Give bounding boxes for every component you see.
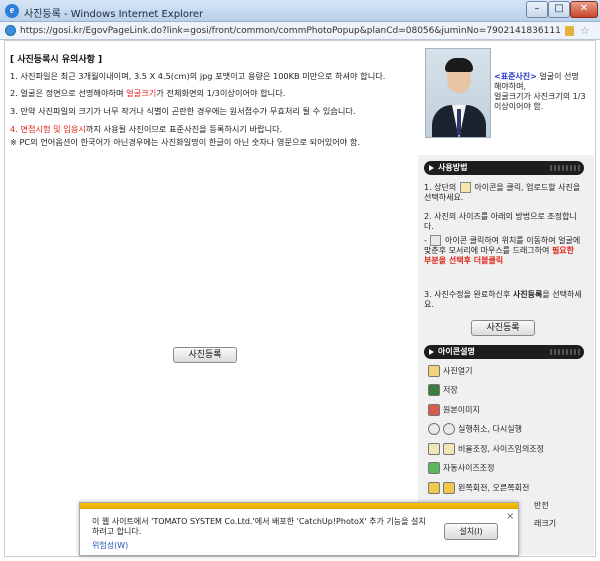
folder-open-icon: [428, 365, 440, 377]
ratio-resize-icon: [428, 443, 440, 455]
notice-line-4-rest: 까지 사용될 사진이므로 표준사진을 등록하시기 바랍니다.: [85, 124, 283, 134]
icon-help-label: 비율조정, 사이즈임의조정: [458, 444, 545, 454]
icon-help-label: 사진열기: [443, 366, 473, 376]
usage-step-3-text: 3. 사진수정을 완료하신후: [424, 290, 513, 299]
usage-step-2a: - 아이콘 클릭하여 위치를 이동하여 얼굴에 맞춘후 모서리에 마우스를 드래…: [424, 235, 584, 266]
icon-help-row-resize: 비율조정, 사이즈임의조정: [428, 443, 544, 456]
icon-help-label: 실행취소, 다시실행: [458, 424, 522, 434]
usage-step-2: 2. 사진의 사이즈를 아래의 방법으로 조정합니다.: [424, 212, 577, 231]
notice-line-2-text: 2. 얼굴은 정면으로 선명해야하며: [10, 88, 127, 98]
notice-heading: [ 사진등록시 유의사항 ]: [10, 55, 103, 65]
icon-help-row-rotate: 왼쪽회전, 오른쪽회전: [428, 482, 529, 495]
usage-step-3-bold: 사진등록: [512, 290, 543, 299]
lock-icon[interactable]: [565, 26, 574, 36]
close-window-button[interactable]: ✕: [570, 1, 598, 18]
icon-help-label: 저장: [443, 385, 458, 395]
standard-photo-label: <표준사진>: [494, 72, 537, 81]
standard-photo-desc-2: 얼굴크기가 사진크기의 1/3이상이어야 함.: [494, 92, 586, 111]
notice-line-5: ※ PC의 언어옵션이 한국어가 아닌경우에는 사진화일명이 한글이 아닌 숫자…: [10, 137, 361, 147]
minimize-button[interactable]: –: [526, 1, 548, 18]
icon-help-partial-size: 래크기: [534, 519, 557, 528]
photo-hair: [445, 58, 473, 72]
standard-photo-note: <표준사진> 얼굴이 선명해야하며, 얼굴크기가 사진크기의 1/3이상이어야 …: [494, 72, 586, 112]
usage-section-title: 사용방법: [424, 161, 584, 175]
ie-logo-icon: e: [5, 4, 19, 18]
icon-help-row-open: 사진열기: [428, 365, 472, 378]
usage-step-1-num: 1. 상단의: [424, 183, 459, 192]
undo-icon: [428, 423, 440, 435]
usage-step-1: 1. 상단의 아이콘을 클릭, 업로드할 사진을 선택하세요.: [424, 182, 584, 203]
notice-face-size-highlight: 얼굴크기: [126, 88, 157, 98]
window-titlebar: e 사진등록 - Windows Internet Explorer – □ ✕: [0, 0, 600, 22]
icon-help-row-autosize: 자동사이즈조정: [428, 462, 495, 475]
install-button[interactable]: 설치(I): [444, 523, 498, 540]
icon-help-partial-flip: 반전: [534, 501, 549, 510]
sidebar-photo-register-button[interactable]: 사진등록: [471, 320, 535, 336]
icon-help-label: 자동사이즈조정: [443, 463, 495, 473]
usage-step-3: 3. 사진수정을 완료하신후 사진등록을 선택하세요.: [424, 290, 584, 310]
folder-open-icon: [459, 182, 471, 193]
window-title: 사진등록 - Windows Internet Explorer: [24, 9, 204, 20]
notice-interview-highlight: 면접시험 및 임용시: [20, 124, 86, 134]
icon-help-section-title: 아이콘설명: [424, 345, 584, 359]
favorites-star-icon[interactable]: ☆: [580, 24, 590, 37]
free-resize-icon: [443, 443, 455, 455]
photo-register-button[interactable]: 사진등록: [173, 347, 237, 363]
rotate-right-icon: [443, 482, 455, 494]
notice-line-2: 2. 얼굴은 정면으로 선명해야하며 얼굴크기가 전체화면의 1/3이상이어야 …: [10, 87, 285, 99]
address-bar[interactable]: https://gosi.kr/EgovPageLink.do?link=gos…: [0, 22, 600, 40]
addon-install-notification: 이 웹 사이트에서 'TOMATO SYSTEM Co.Ltd.'에서 배포한 …: [79, 502, 519, 556]
maximize-button[interactable]: □: [548, 1, 570, 18]
address-url[interactable]: https://gosi.kr/EgovPageLink.do?link=gos…: [20, 26, 561, 36]
notice-line-3: 3. 만약 사진파일의 크기가 너무 작거나 식별이 곤란한 경우에는 원서접수…: [10, 106, 356, 116]
globe-icon: [5, 25, 16, 36]
rotate-left-icon: [428, 482, 440, 494]
notification-accent-stripe: [80, 503, 518, 509]
notice-line-1: 1. 사진파일은 최근 3개월이내이며, 3.5 X 4.5(cm)의 jpg …: [10, 71, 386, 81]
close-notification-icon[interactable]: ×: [506, 511, 514, 522]
save-icon: [428, 384, 440, 396]
icon-help-label: 원본이미지: [443, 405, 480, 415]
notice-line-4: 4. 면접시험 및 임용시까지 사용될 사진이므로 표준사진을 등록하시기 바랍…: [10, 123, 282, 135]
photo-tie: [457, 109, 461, 135]
standard-photo-image: [425, 48, 491, 138]
icon-help-row-save: 저장: [428, 384, 458, 397]
original-image-icon: [428, 404, 440, 416]
icon-help-label: 왼쪽회전, 오른쪽회전: [458, 483, 530, 493]
move-icon: [430, 235, 442, 246]
icon-help-row-undo: 실행취소, 다시실행: [428, 423, 522, 436]
redo-icon: [443, 423, 455, 435]
usage-step-2a-dash: -: [424, 236, 430, 245]
auto-size-icon: [428, 462, 440, 474]
risk-link[interactable]: 위험성(W): [92, 540, 128, 551]
notice-line-2-rest: 가 전체화면의 1/3이상이어야 합니다.: [156, 88, 286, 98]
notice-line-4-number: 4.: [10, 124, 21, 134]
notification-message: 이 웹 사이트에서 'TOMATO SYSTEM Co.Ltd.'에서 배포한 …: [92, 517, 426, 536]
icon-help-row-original: 원본이미지: [428, 404, 480, 417]
